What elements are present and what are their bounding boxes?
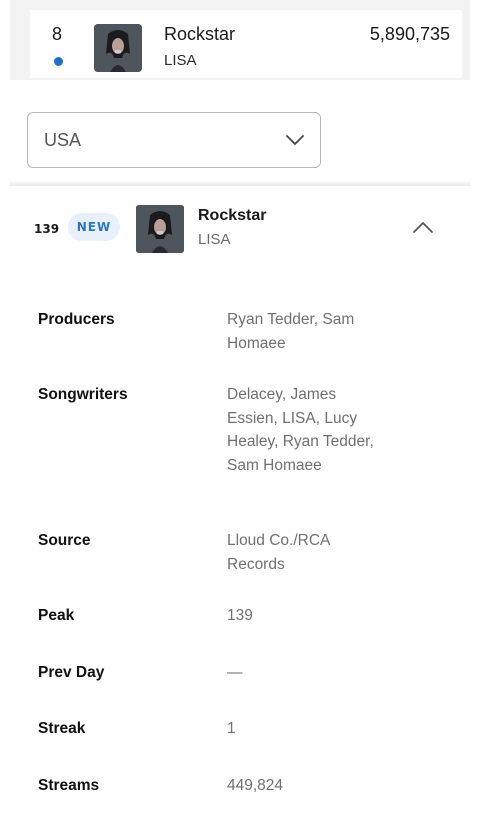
detail-value: Ryan Tedder, Sam Homaee	[227, 311, 355, 352]
album-art	[136, 205, 184, 253]
detail-value: 449,824	[227, 777, 284, 794]
track-artist[interactable]: LISA	[164, 52, 197, 69]
detail-label: Source	[38, 532, 91, 549]
rank-number: 8	[52, 24, 63, 44]
chart-row-top[interactable]: 8 Rockstar LISA 5,890,735	[30, 10, 462, 78]
detail-value: —	[227, 664, 243, 681]
new-badge: NEW	[68, 213, 120, 241]
country-select[interactable]: USA	[27, 112, 321, 168]
detail-label: Streams	[38, 777, 100, 794]
chart-list-background: 8 Rockstar LISA 5,890,735	[10, 0, 470, 80]
detail-value: Lloud Co./RCA Records	[227, 532, 330, 573]
chevron-up-icon[interactable]	[410, 216, 436, 240]
track-title[interactable]: Rockstar	[164, 24, 235, 45]
track-artist[interactable]: LISA	[198, 231, 231, 248]
detail-value: Delacey, James Essien, LISA, Lucy Healey…	[227, 386, 374, 474]
status-dot-icon	[54, 57, 63, 66]
detail-label: Peak	[38, 607, 75, 624]
album-art	[94, 24, 142, 72]
detail-label: Songwriters	[38, 386, 128, 403]
country-select-value: USA	[44, 130, 82, 150]
detail-value: 139	[227, 607, 253, 624]
detail-value: 1	[227, 720, 236, 737]
stream-count: 5,890,735	[369, 24, 450, 44]
detail-label: Streak	[38, 720, 86, 737]
detail-label: Prev Day	[38, 664, 105, 681]
track-title[interactable]: Rockstar	[198, 207, 266, 225]
chevron-down-icon	[284, 129, 306, 151]
detail-label: Producers	[38, 311, 115, 328]
rank-number: 139	[34, 222, 60, 236]
